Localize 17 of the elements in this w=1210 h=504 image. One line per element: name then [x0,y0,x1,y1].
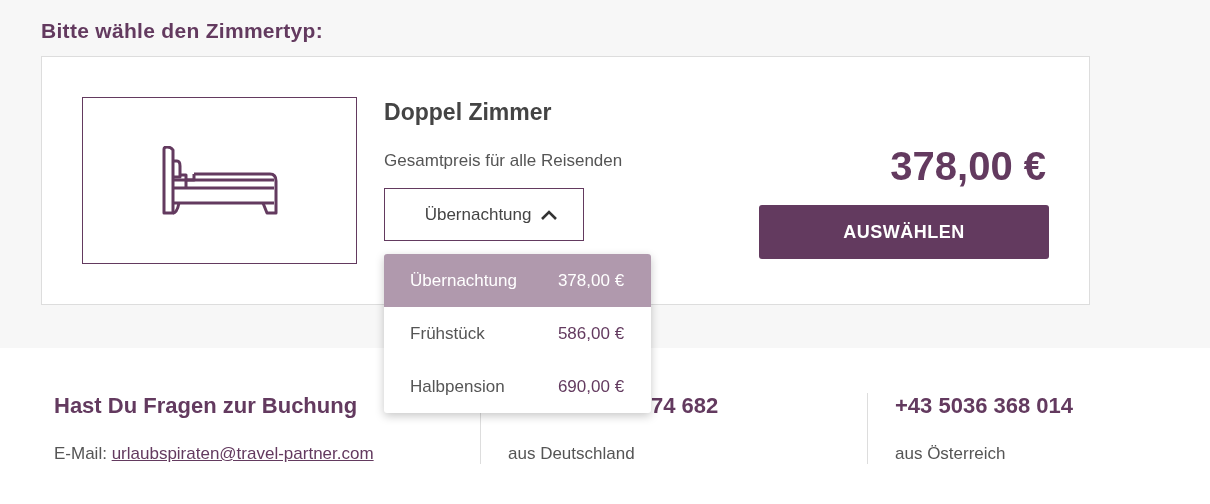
email-label: E-Mail: [54,444,108,463]
meal-option[interactable]: Halbpension 690,00 € [384,360,652,413]
meal-dropdown[interactable]: Übernachtung [384,188,585,241]
email-link[interactable]: urlaubspiraten@travel-partner.com [111,444,374,463]
chevron-icon [539,208,558,221]
contact-heading: Hast Du Fragen zur Buchung [54,393,358,419]
room-title: Doppel Zimmer [384,98,553,126]
select-button[interactable]: AUSWÄHLEN [759,205,1049,259]
country-label: aus Deutschland [508,444,635,463]
phone-number: 74 682 [651,393,719,419]
section-heading: Bitte wähle den Zimmertyp: [41,19,324,43]
country-label: aus Österreich [895,444,1006,463]
bed-icon [161,145,278,216]
phone-number: +43 5036 368 014 [895,393,1073,419]
price-caption: Gesamtpreis für alle Reisenden [384,151,624,171]
meal-option[interactable]: Frühstück 586,00 € [384,307,652,360]
total-price: 378,00 € [890,143,1046,189]
